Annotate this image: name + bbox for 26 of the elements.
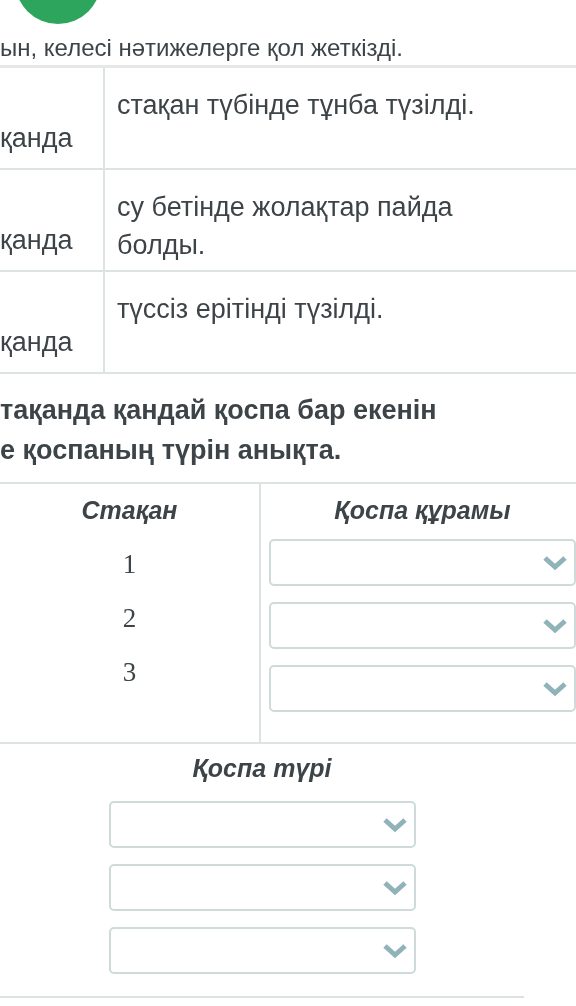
table-cell: стақан түбінде тұнба түзілді. bbox=[105, 68, 576, 170]
chevron-down-icon bbox=[381, 942, 408, 959]
intro-text: ын, келесі нәтижелерге қол жеткізді. bbox=[0, 24, 576, 68]
chevron-down-icon bbox=[381, 879, 408, 896]
chevron-down-icon bbox=[542, 617, 568, 634]
column-header: Стақан bbox=[81, 495, 178, 526]
chevron-down-icon bbox=[542, 554, 568, 571]
table-cell: қанда bbox=[0, 170, 105, 272]
chevron-down-icon bbox=[381, 816, 408, 833]
dropdown-select[interactable] bbox=[269, 602, 576, 649]
chevron-down-icon bbox=[542, 680, 568, 697]
glass-number: 3 bbox=[122, 656, 137, 689]
glass-number: 1 bbox=[122, 548, 137, 581]
question-text: тақанда қандай қоспа бар екенін е қоспаның түрін анықта. bbox=[0, 374, 576, 484]
column-header: Қоспа құрамы bbox=[333, 495, 512, 526]
table-cell: қанда bbox=[0, 272, 105, 374]
glass-number: 2 bbox=[122, 602, 137, 635]
section-heading: Қоспа түрі bbox=[192, 754, 332, 783]
table-cell: су бетінде жолақтар пайда болды. bbox=[105, 170, 576, 272]
table-cell: түссіз ерітінді түзілді. bbox=[105, 272, 576, 374]
dropdown-select[interactable] bbox=[269, 665, 576, 712]
dropdown-select[interactable] bbox=[269, 539, 576, 586]
dropdown-select[interactable] bbox=[108, 927, 416, 974]
dropdown-select[interactable] bbox=[108, 801, 416, 848]
dropdown-select[interactable] bbox=[108, 864, 416, 911]
table-cell: қанда bbox=[0, 68, 105, 170]
